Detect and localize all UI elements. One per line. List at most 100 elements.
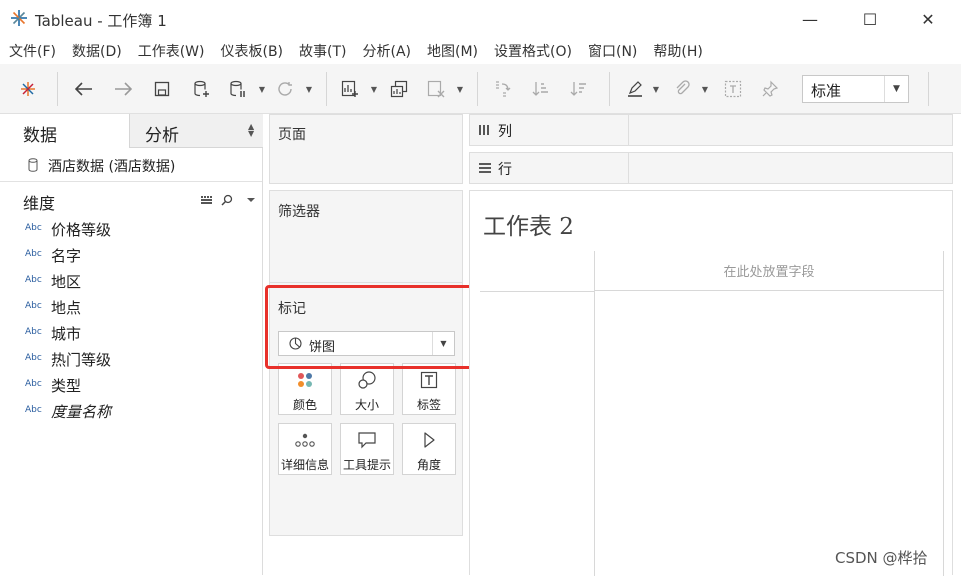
menu-file[interactable]: 文件(F) bbox=[9, 41, 56, 61]
detail-dots-icon bbox=[295, 433, 315, 447]
dropdown-caret-icon[interactable]: ▼ bbox=[258, 84, 266, 94]
columns-shelf[interactable]: 列 bbox=[469, 114, 953, 146]
angle-icon bbox=[424, 432, 435, 448]
angle-label: 角度 bbox=[416, 458, 441, 472]
dropdown-caret-icon[interactable]: ▼ bbox=[701, 84, 709, 94]
sheet-title[interactable]: 工作表 2 bbox=[483, 207, 574, 241]
field-name: 名字 bbox=[51, 247, 82, 265]
save-icon[interactable] bbox=[150, 79, 174, 99]
swap-icon[interactable] bbox=[490, 79, 514, 99]
size-circles-icon bbox=[358, 371, 376, 389]
sort-desc-icon[interactable] bbox=[567, 79, 591, 99]
toolbar-divider bbox=[928, 72, 929, 106]
dimension-field[interactable]: Abc 度量名称 bbox=[0, 398, 262, 424]
sort-arrows-icon: ▲ ▼ bbox=[248, 122, 255, 138]
forward-icon[interactable] bbox=[111, 79, 135, 99]
pause-updates-icon[interactable] bbox=[226, 79, 250, 99]
clear-sheet-icon[interactable] bbox=[424, 79, 448, 99]
detail-label: 详细信息 bbox=[280, 458, 329, 472]
label-label: 标签 bbox=[416, 398, 441, 412]
label-T-icon bbox=[420, 371, 438, 389]
menu-format[interactable]: 设置格式(O) bbox=[494, 41, 572, 61]
chevron-down-icon[interactable]: ▼ bbox=[884, 76, 908, 102]
pin-icon[interactable] bbox=[758, 79, 782, 99]
size-button[interactable]: 大小 bbox=[340, 363, 394, 415]
dropdown-caret-icon[interactable]: ▼ bbox=[456, 84, 464, 94]
menu-dashboard[interactable]: 仪表板(B) bbox=[220, 41, 283, 61]
tooltip-bubble-icon bbox=[358, 432, 376, 449]
menu-bar: 文件(F) 数据(D) 工作表(W) 仪表板(B) 故事(T) 分析(A) 地图… bbox=[0, 38, 961, 64]
chevron-down-icon[interactable] bbox=[247, 198, 255, 202]
back-icon[interactable] bbox=[72, 79, 96, 99]
close-button[interactable]: ✕ bbox=[905, 0, 951, 38]
drop-field-zone[interactable]: 在此处放置字段 bbox=[595, 251, 943, 291]
dimension-field[interactable]: Abc 城市 bbox=[0, 320, 262, 346]
pages-shelf[interactable]: 页面 bbox=[269, 114, 463, 184]
show-labels-icon[interactable] bbox=[721, 79, 745, 99]
highlight-icon[interactable] bbox=[623, 79, 647, 99]
sort-asc-icon[interactable] bbox=[529, 79, 553, 99]
maximize-button[interactable]: ☐ bbox=[847, 0, 893, 38]
string-type-icon: Abc bbox=[25, 353, 42, 363]
label-button[interactable]: 标签 bbox=[402, 363, 456, 415]
title-bar: Tableau - 工作簿 1 — ☐ ✕ bbox=[0, 0, 961, 38]
grid-line bbox=[943, 251, 944, 576]
pages-title: 页面 bbox=[278, 127, 306, 143]
dimensions-header: 维度 bbox=[0, 184, 262, 214]
tab-analysis-label: 分析 bbox=[145, 126, 179, 146]
tooltip-label: 工具提示 bbox=[342, 458, 391, 472]
menu-story[interactable]: 故事(T) bbox=[299, 41, 346, 61]
color-button[interactable]: 颜色 bbox=[278, 363, 332, 415]
tab-analysis[interactable]: 分析 ▲ ▼ bbox=[130, 114, 263, 148]
dimension-field[interactable]: Abc 类型 bbox=[0, 372, 262, 398]
menu-map[interactable]: 地图(M) bbox=[427, 41, 478, 61]
grid-line bbox=[594, 251, 595, 576]
new-datasource-icon[interactable] bbox=[189, 79, 213, 99]
string-type-icon: Abc bbox=[25, 249, 42, 259]
dropdown-caret-icon[interactable]: ▼ bbox=[652, 84, 660, 94]
duplicate-icon[interactable] bbox=[387, 79, 411, 99]
dimension-field[interactable]: Abc 名字 bbox=[0, 242, 262, 268]
menu-window[interactable]: 窗口(N) bbox=[588, 41, 637, 61]
search-icon[interactable] bbox=[221, 194, 233, 206]
tableau-logo-icon[interactable] bbox=[16, 79, 40, 99]
toolbar-divider bbox=[477, 72, 478, 106]
dimension-field[interactable]: Abc 价格等级 bbox=[0, 216, 262, 242]
menu-help[interactable]: 帮助(H) bbox=[653, 41, 702, 61]
list-view-icon[interactable] bbox=[201, 196, 212, 204]
filters-shelf[interactable]: 筛选器 bbox=[269, 190, 463, 282]
tooltip-button[interactable]: 工具提示 bbox=[340, 423, 394, 475]
menu-data[interactable]: 数据(D) bbox=[72, 41, 122, 61]
field-name: 地区 bbox=[51, 273, 82, 291]
datasource-item[interactable]: 酒店数据 (酒店数据) bbox=[0, 148, 262, 182]
string-type-icon: Abc bbox=[25, 223, 42, 233]
refresh-icon[interactable] bbox=[273, 79, 297, 99]
dropdown-caret-icon[interactable]: ▼ bbox=[305, 84, 313, 94]
group-icon[interactable] bbox=[670, 79, 694, 99]
new-worksheet-icon[interactable] bbox=[338, 79, 362, 99]
detail-button[interactable]: 详细信息 bbox=[278, 423, 332, 475]
dropdown-caret-icon[interactable]: ▼ bbox=[370, 84, 378, 94]
columns-shelf-header: 列 bbox=[470, 115, 629, 145]
dimension-field[interactable]: Abc 地点 bbox=[0, 294, 262, 320]
toolbar-divider bbox=[326, 72, 327, 106]
filters-title: 筛选器 bbox=[278, 204, 320, 220]
data-pane: 数据 分析 ▲ ▼ 酒店数据 (酒店数据) 维度 Abc 价格等级 Abc 名字 … bbox=[0, 114, 263, 575]
angle-button[interactable]: 角度 bbox=[402, 423, 456, 475]
rows-shelf-header: 行 bbox=[470, 153, 629, 183]
worksheet-view[interactable]: 工作表 2 在此处放置字段 bbox=[469, 190, 953, 576]
menu-worksheet[interactable]: 工作表(W) bbox=[138, 41, 205, 61]
tab-data[interactable]: 数据 bbox=[0, 114, 130, 148]
dimension-field[interactable]: Abc 热门等级 bbox=[0, 346, 262, 372]
datasource-name: 酒店数据 (酒店数据) bbox=[48, 159, 176, 175]
minimize-button[interactable]: — bbox=[787, 0, 833, 38]
maximize-icon: ☐ bbox=[862, 9, 878, 29]
tableau-logo-icon bbox=[11, 10, 27, 26]
dimension-field[interactable]: Abc 地区 bbox=[0, 268, 262, 294]
color-dots-icon bbox=[298, 373, 312, 387]
columns-label: 列 bbox=[498, 124, 512, 140]
view-size-select[interactable]: 标准 ▼ bbox=[802, 75, 909, 103]
rows-shelf[interactable]: 行 bbox=[469, 152, 953, 184]
menu-analysis[interactable]: 分析(A) bbox=[363, 41, 412, 61]
string-type-icon: Abc bbox=[25, 275, 42, 285]
